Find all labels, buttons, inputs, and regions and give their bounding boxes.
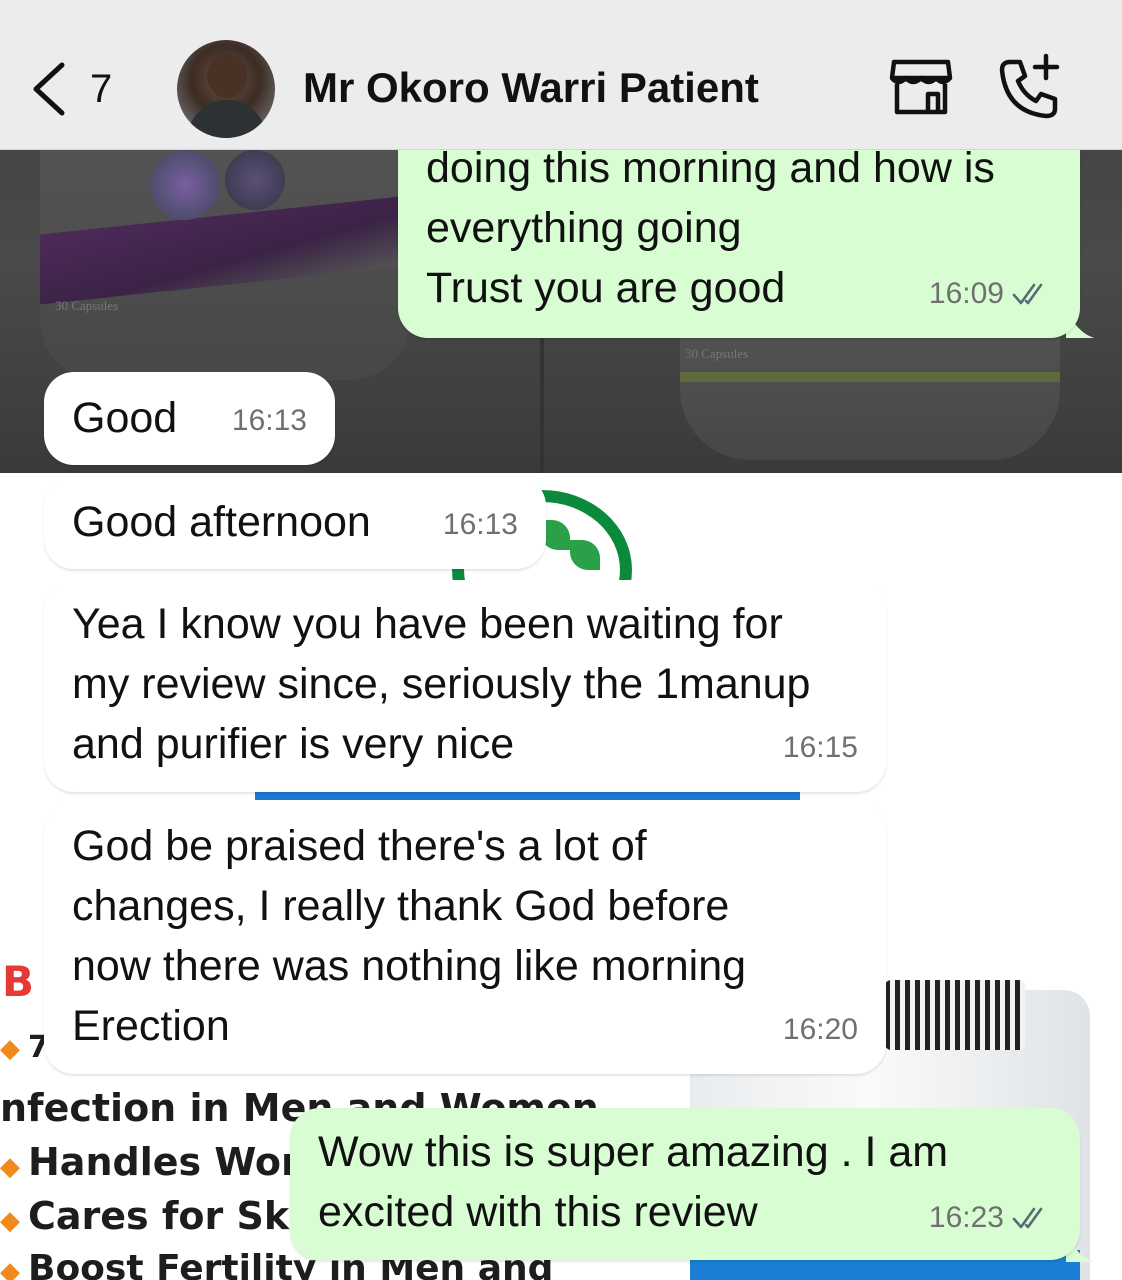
message-meta: 16:20 [783, 1000, 858, 1060]
message-meta: 16:13 [443, 495, 518, 555]
back-button[interactable]: 7 [28, 58, 138, 120]
message-bubble-incoming[interactable]: Good 16:13 [44, 372, 335, 465]
wallpaper-bottle-cap [885, 980, 1025, 1050]
message-time: 16:13 [442, 508, 518, 541]
storefront-icon[interactable] [888, 54, 954, 120]
bullet-icon: ◆ [0, 1152, 20, 1182]
chevron-left-icon [33, 62, 65, 116]
bullet-icon: ◆ [0, 1257, 20, 1280]
message-time: 16:23 [928, 1201, 1004, 1234]
message-time: 16:20 [782, 1013, 858, 1046]
wallpaper-text-line: ◆ 7 [0, 1030, 49, 1065]
wallpaper-capsules-label: 30 Capsules [55, 298, 119, 313]
message-meta: 16:15 [783, 718, 858, 778]
chat-header: 7 Mr Okoro Warri Patient [0, 0, 1122, 150]
wallpaper-bottle-stripe [680, 372, 1060, 382]
double-check-icon [1012, 283, 1043, 305]
message-bubble-incoming[interactable]: Good afternoon 16:13 [44, 476, 546, 569]
wallpaper-organ-graphic [225, 150, 285, 210]
wallpaper-text-line: ◆ Cares for Skin [0, 1194, 330, 1238]
message-bubble-incoming[interactable]: God be praised there's a lot of changes,… [44, 802, 886, 1074]
wallpaper-capsules-label: 30 Capsules [685, 346, 749, 361]
message-time: 16:09 [928, 277, 1004, 310]
wallpaper-text-line: ◆ Handles Won [0, 1140, 309, 1184]
unread-count: 7 [90, 66, 113, 111]
message-time: 16:13 [231, 404, 307, 437]
contact-name[interactable]: Mr Okoro Warri Patient [303, 64, 759, 112]
double-check-icon [1012, 1207, 1043, 1229]
message-bubble-outgoing[interactable]: Wow this is super amazing . I am excited… [290, 1108, 1080, 1260]
bullet-icon: ◆ [0, 1206, 20, 1236]
message-bubble-incoming[interactable]: Yea I know you have been waiting for my … [44, 580, 886, 792]
add-call-icon[interactable] [996, 52, 1062, 120]
avatar-head [207, 54, 247, 98]
avatar[interactable] [177, 40, 275, 138]
avatar-shirt [187, 100, 267, 138]
bullet-icon: ◆ [0, 1034, 20, 1064]
message-meta: 16:13 [232, 391, 307, 451]
wallpaper-organ-graphic [150, 150, 220, 220]
message-text: God be praised there's a lot of changes,… [72, 822, 747, 1050]
message-time: 16:15 [782, 731, 858, 764]
message-text: Yea I know you have been waiting for my … [72, 600, 811, 768]
message-meta: 16:09 [929, 264, 1052, 324]
message-meta: 16:23 [929, 1188, 1052, 1248]
wallpaper-red-heading: B [2, 957, 35, 1006]
